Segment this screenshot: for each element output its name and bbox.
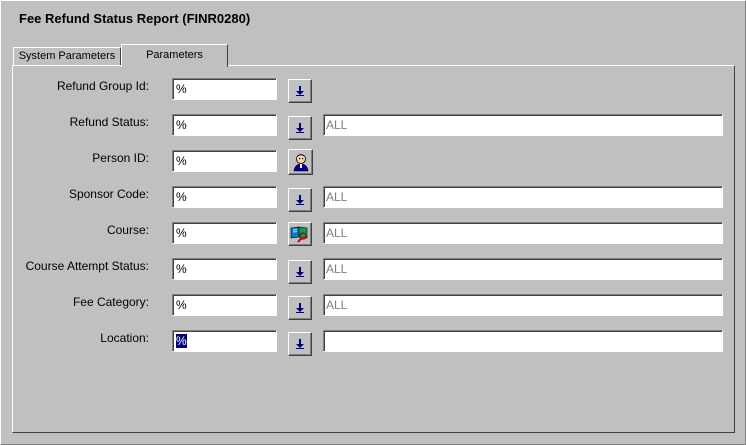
refund-group-id-lov-button[interactable] xyxy=(288,79,312,103)
person-search-button[interactable] xyxy=(288,149,313,175)
course-search-button[interactable] xyxy=(288,222,312,246)
window-title: Fee Refund Status Report (FINR0280) xyxy=(19,11,251,26)
sponsor-code-description: ALL xyxy=(323,186,723,208)
parameters-panel: Refund Group Id: % Refund Status: % ALL … xyxy=(12,65,735,433)
down-arrow-icon xyxy=(296,339,304,349)
location-field[interactable]: % xyxy=(172,330,277,352)
refund-group-id-label: Refund Group Id: xyxy=(56,79,149,93)
tab-parameters[interactable]: Parameters xyxy=(121,44,228,67)
refund-status-field[interactable]: % xyxy=(172,114,277,136)
course-attempt-status-label: Course Attempt Status: xyxy=(25,259,149,273)
down-arrow-icon xyxy=(296,86,304,96)
sponsor-code-lov-button[interactable] xyxy=(288,188,312,212)
course-field[interactable]: % xyxy=(172,222,277,244)
refund-group-id-field[interactable]: % xyxy=(172,78,277,100)
fee-category-label: Fee Category: xyxy=(72,295,149,309)
location-label: Location: xyxy=(100,331,149,345)
course-attempt-status-description: ALL xyxy=(323,258,723,280)
refund-status-label: Refund Status: xyxy=(69,115,149,129)
down-arrow-icon xyxy=(296,195,304,205)
down-arrow-icon xyxy=(296,303,304,313)
course-search-icon xyxy=(290,226,308,243)
down-arrow-icon xyxy=(296,267,304,277)
sponsor-code-field[interactable]: % xyxy=(172,186,277,208)
person-id-label: Person ID: xyxy=(92,151,149,165)
location-selected-value: % xyxy=(176,334,187,348)
course-attempt-status-field[interactable]: % xyxy=(172,258,277,280)
course-label: Course: xyxy=(106,223,149,237)
person-id-field[interactable]: % xyxy=(172,150,277,172)
location-description xyxy=(323,330,723,352)
report-window: Fee Refund Status Report (FINR0280) Syst… xyxy=(0,0,746,445)
down-arrow-icon xyxy=(296,123,304,133)
fee-category-field[interactable]: % xyxy=(172,294,277,316)
person-search-icon xyxy=(293,154,308,172)
tab-system-parameters[interactable]: System Parameters xyxy=(13,47,121,65)
course-description: ALL xyxy=(323,222,723,244)
fee-category-description: ALL xyxy=(323,294,723,316)
fee-category-lov-button[interactable] xyxy=(288,296,312,320)
refund-status-lov-button[interactable] xyxy=(288,116,312,140)
location-lov-button[interactable] xyxy=(288,332,312,356)
course-attempt-status-lov-button[interactable] xyxy=(288,260,312,284)
sponsor-code-label: Sponsor Code: xyxy=(68,187,149,201)
refund-status-description: ALL xyxy=(323,114,723,136)
